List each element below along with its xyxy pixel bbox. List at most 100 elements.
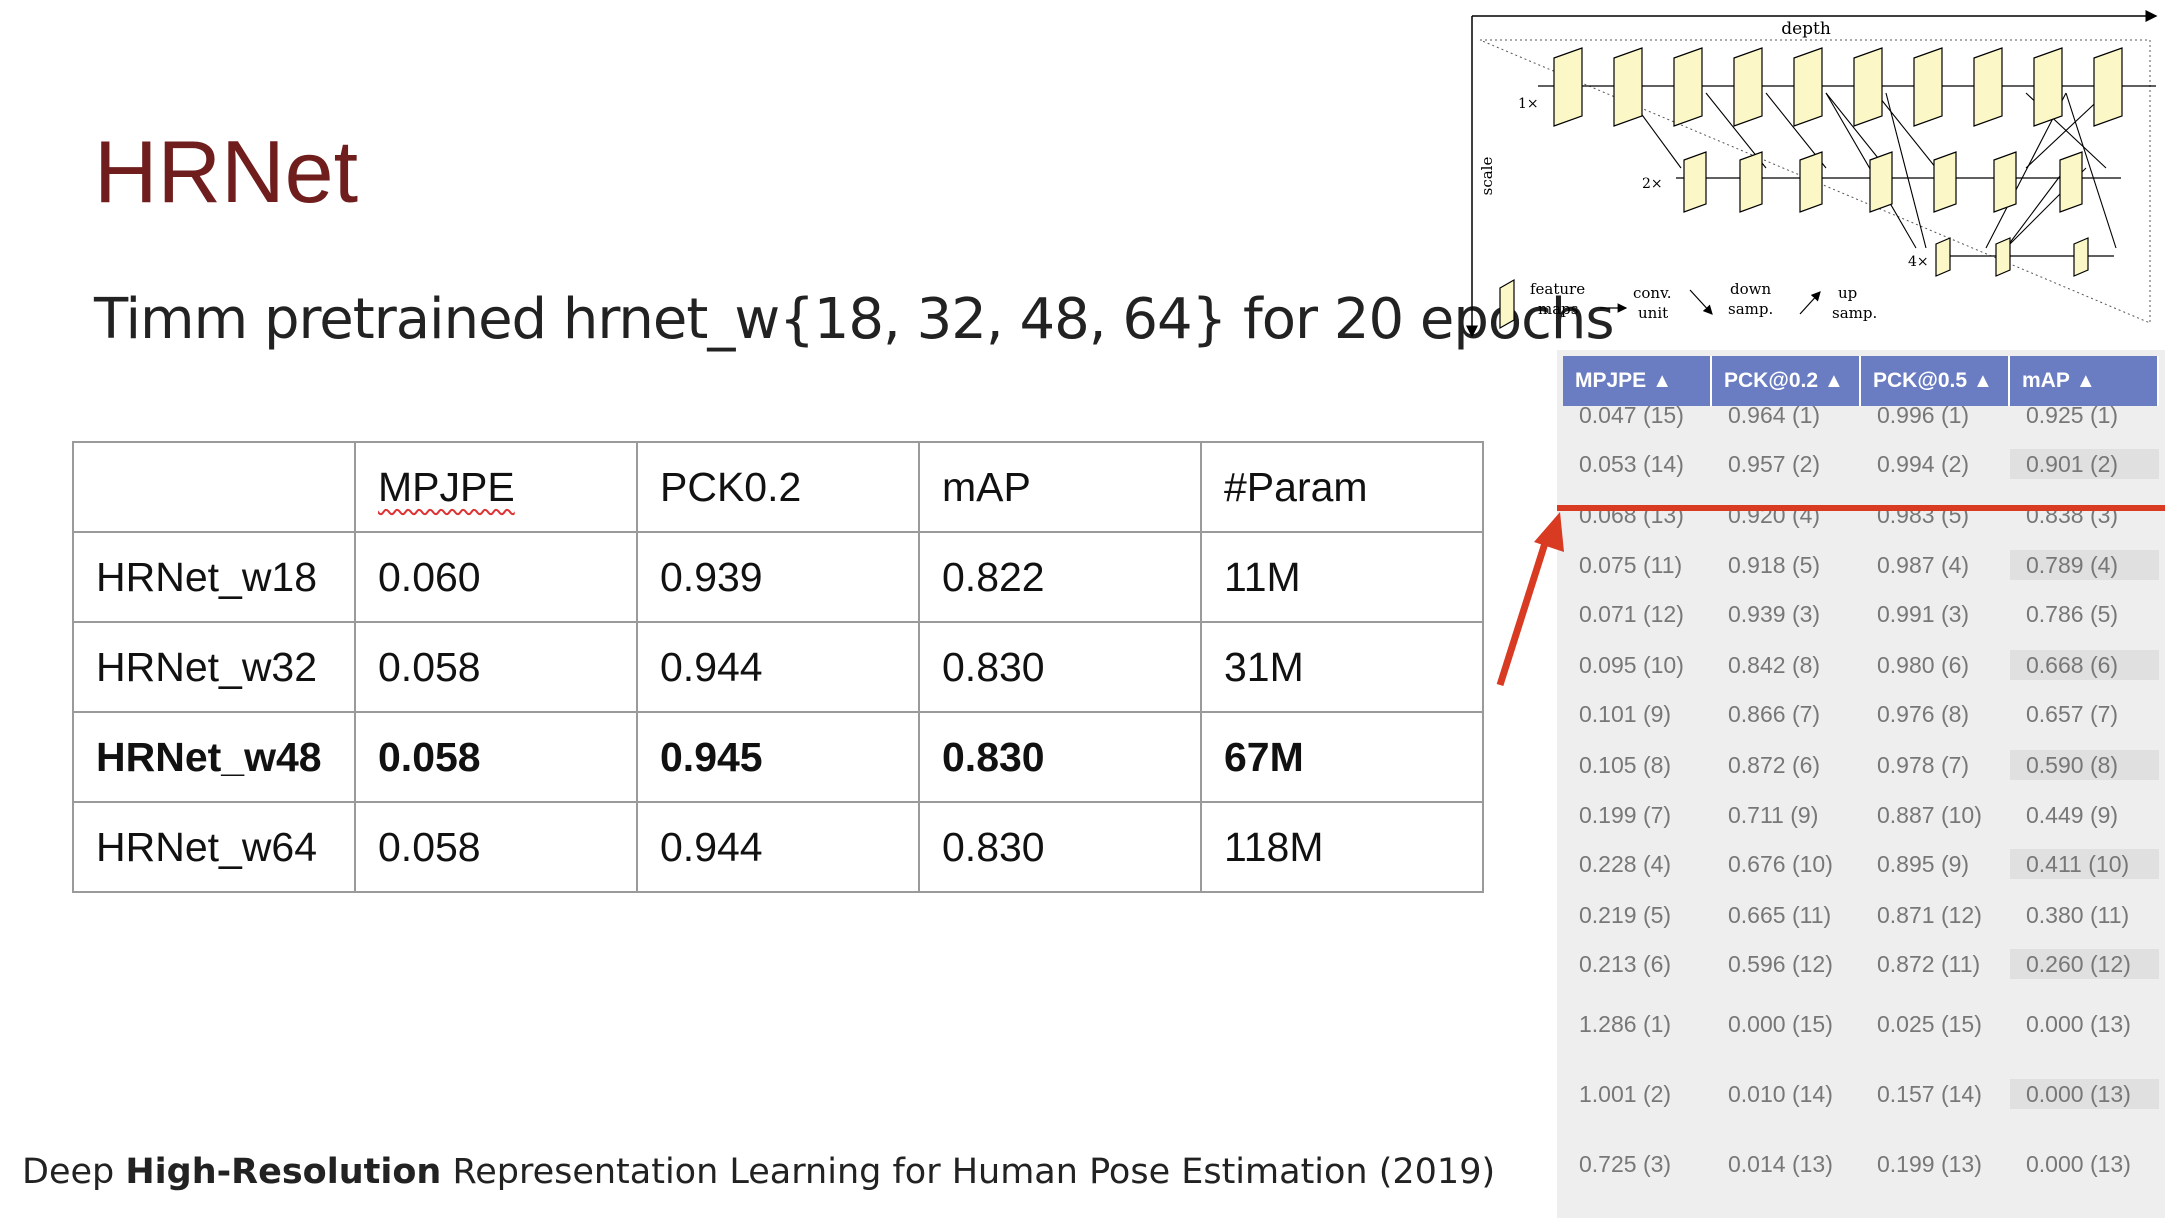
cell-pck: 0.944: [636, 621, 920, 713]
legend-conv-line1: conv.: [1633, 284, 1672, 302]
table-header-row: MPJPE PCK0.2 mAP #Param: [72, 441, 1484, 533]
depth-label: depth: [1781, 19, 1831, 39]
cell-map: 0.830: [918, 621, 1202, 713]
sort-up-icon: ▲: [1824, 370, 1844, 392]
cell-mpjpe: 0.058: [354, 801, 638, 893]
header-label: MPJPE: [1575, 369, 1647, 392]
leaderboard-cell: 0.219 (5): [1579, 902, 1672, 928]
cell-param: 118M: [1200, 801, 1484, 893]
leaderboard-cell: 0.980 (6): [1877, 652, 1970, 678]
table-row: HRNet_w64 0.058 0.944 0.830 118M: [72, 801, 1484, 893]
leaderboard-cell: 0.895 (9): [1877, 851, 1970, 877]
cell-model: HRNet_w32: [72, 621, 356, 713]
leaderboard-row: 1.001 (2) 0.010 (14) 0.157 (14) 0.000 (13): [1563, 1079, 2159, 1109]
leaderboard-cell: 0.411 (10): [2010, 849, 2159, 879]
leaderboard-cell: 0.014 (13): [1728, 1151, 1833, 1177]
leaderboard-row: 0.075 (11) 0.918 (5) 0.987 (4) 0.789 (4): [1563, 550, 2159, 580]
cell-map: 0.822: [918, 531, 1202, 623]
leaderboard-row: 0.219 (5) 0.665 (11) 0.871 (12) 0.380 (11): [1563, 900, 2159, 930]
highlight-divider-line: [1557, 505, 2165, 511]
up-arrow-icon: [1799, 291, 1821, 315]
leaderboard-row: 0.213 (6) 0.596 (12) 0.872 (11) 0.260 (12): [1563, 949, 2159, 979]
leaderboard-row: 0.095 (10) 0.842 (8) 0.980 (6) 0.668 (6): [1563, 650, 2159, 680]
level-4x-label: 4×: [1908, 254, 1929, 270]
leaderboard-cell: 0.071 (12): [1579, 601, 1684, 627]
cell-map: 0.830: [918, 711, 1202, 803]
leaderboard-cell: 0.872 (11): [1877, 951, 1981, 977]
legend-up-line2: samp.: [1832, 304, 1877, 322]
sort-up-icon: ▲: [2075, 370, 2096, 392]
leaderboard-cell: 0.918 (5): [1728, 552, 1821, 578]
leaderboard-header: MPJPE ▲ PCK@0.2 ▲ PCK@0.5 ▲ mAP ▲: [1563, 356, 2159, 406]
sort-header-pck02[interactable]: PCK@0.2 ▲: [1712, 356, 1861, 406]
leaderboard-cell: 0.095 (10): [1579, 652, 1684, 678]
leaderboard-cell: 0.987 (4): [1877, 552, 1970, 578]
leaderboard-cell: 0.075 (11): [1579, 552, 1683, 578]
legend-feature-line1: feature: [1530, 280, 1585, 298]
cell-model: HRNet_w18: [72, 531, 356, 623]
sort-header-mpjpe[interactable]: MPJPE ▲: [1563, 356, 1712, 406]
header-cell-param: #Param: [1200, 441, 1484, 533]
cell-map: 0.830: [918, 801, 1202, 893]
leaderboard-cell: 0.000 (13): [2026, 1011, 2131, 1037]
level-2x-label: 2×: [1642, 176, 1663, 192]
leaderboard-cell: 0.925 (1): [2026, 402, 2119, 428]
leaderboard-cell: 0.711 (9): [1728, 802, 1819, 828]
leaderboard-cell: 0.000 (15): [1728, 1011, 1833, 1037]
legend-conv-line2: unit: [1638, 304, 1668, 322]
slide-title: HRNet: [94, 122, 359, 221]
leaderboard-cell: 0.380 (11): [2026, 902, 2130, 928]
legend-up-line1: up: [1838, 284, 1857, 302]
citation-bold: High-Resolution: [125, 1152, 442, 1192]
leaderboard-cell: 0.871 (12): [1877, 902, 1982, 928]
citation-post: Representation Learning for Human Pose E…: [441, 1152, 1496, 1192]
leaderboard-cell: 0.994 (2): [1877, 451, 1970, 477]
leaderboard-cell: 0.657 (7): [2026, 701, 2119, 727]
leaderboard-cell: 0.101 (9): [1579, 701, 1672, 727]
pointer-arrow: [1496, 512, 1564, 687]
leaderboard-cell: 0.866 (7): [1728, 701, 1821, 727]
leaderboard-cell: 0.000 (13): [2010, 1079, 2159, 1109]
cell-param: 67M: [1200, 711, 1484, 803]
cell-mpjpe: 0.058: [354, 711, 638, 803]
leaderboard-row: 0.199 (7) 0.711 (9) 0.887 (10) 0.449 (9): [1563, 800, 2159, 830]
cell-pck: 0.944: [636, 801, 920, 893]
header-label: PCK@0.5: [1873, 369, 1968, 392]
cell-mpjpe: 0.060: [354, 531, 638, 623]
header-label: PCK@0.2: [1724, 369, 1819, 392]
leaderboard-cell: 0.228 (4): [1579, 851, 1672, 877]
cell-model: HRNet_w64: [72, 801, 356, 893]
sort-header-map[interactable]: mAP ▲: [2010, 356, 2159, 406]
sort-header-pck05[interactable]: PCK@0.5 ▲: [1861, 356, 2010, 406]
leaderboard-cell: 0.957 (2): [1728, 451, 1821, 477]
leaderboard-cell: 0.025 (15): [1877, 1011, 1982, 1037]
header-cell-pck: PCK0.2: [636, 441, 920, 533]
leaderboard-row: 0.228 (4) 0.676 (10) 0.895 (9) 0.411 (10): [1563, 849, 2159, 879]
level-1x-label: 1×: [1518, 96, 1539, 112]
down-arrow-icon: [1689, 289, 1713, 315]
leaderboard-cell: 0.939 (3): [1728, 601, 1821, 627]
leaderboard-cell: 0.199 (7): [1579, 802, 1672, 828]
legend-feature-line2: maps: [1538, 300, 1578, 318]
leaderboard-cell: 0.010 (14): [1728, 1081, 1833, 1107]
hrnet-architecture-diagram: depth scale 1× 2× 4× feature maps conv. …: [1466, 10, 2158, 338]
leaderboard-cell: 0.105 (8): [1579, 752, 1672, 778]
leaderboard-cell: 0.157 (14): [1877, 1081, 1982, 1107]
cell-pck: 0.945: [636, 711, 920, 803]
leaderboard-row: 0.725 (3) 0.014 (13) 0.199 (13) 0.000 (13): [1563, 1149, 2159, 1179]
leaderboard-cell: 0.842 (8): [1728, 652, 1821, 678]
sort-up-icon: ▲: [1652, 370, 1672, 392]
leaderboard-row: 1.286 (1) 0.000 (15) 0.025 (15) 0.000 (13): [1563, 1009, 2159, 1039]
legend-down-line2: samp.: [1728, 300, 1773, 318]
leaderboard-cell: 0.725 (3): [1579, 1151, 1672, 1177]
table-row: HRNet_w32 0.058 0.944 0.830 31M: [72, 621, 1484, 713]
leaderboard-row: 0.053 (14) 0.957 (2) 0.994 (2) 0.901 (2): [1563, 449, 2159, 479]
leaderboard-cell: 0.213 (6): [1579, 951, 1672, 977]
header-cell-empty: [72, 441, 356, 533]
leaderboard-cell: 0.260 (12): [2010, 949, 2159, 979]
scale-label: scale: [1478, 157, 1496, 196]
leaderboard-cell: 0.978 (7): [1877, 752, 1970, 778]
leaderboard-row: 0.071 (12) 0.939 (3) 0.991 (3) 0.786 (5): [1563, 599, 2159, 629]
header-cell-mpjpe: MPJPE: [354, 441, 638, 533]
cell-mpjpe: 0.058: [354, 621, 638, 713]
